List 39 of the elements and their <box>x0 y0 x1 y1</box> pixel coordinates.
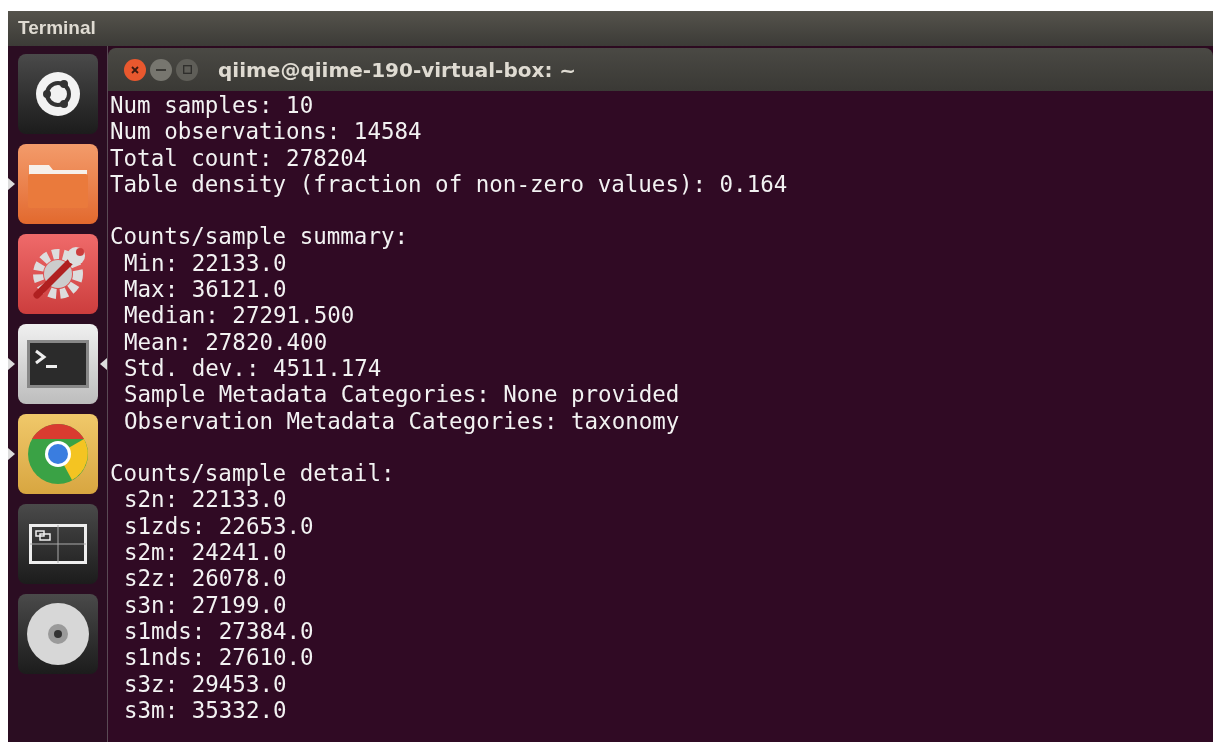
terminal-icon <box>25 339 90 389</box>
launcher-button[interactable] <box>17 144 98 224</box>
output-line: Total count: 278204 <box>110 144 368 171</box>
output-line: s2n: 22133.0 <box>123 486 287 513</box>
output-line: Sample Metadata Categories: None provided <box>123 381 680 408</box>
top-panel-title: Terminal <box>18 16 96 41</box>
launcher-button[interactable] <box>17 594 98 674</box>
output-line: s1nds: 27610.0 <box>123 644 314 671</box>
launcher-button[interactable] <box>17 234 98 314</box>
minimize-button[interactable] <box>150 58 172 81</box>
output-line: s2m: 24241.0 <box>123 539 287 566</box>
output-line: Std. dev.: 4511.174 <box>123 354 382 382</box>
output-line: Table density (fraction of non-zero values): 0.164 <box>110 170 788 198</box>
workspaces-icon <box>28 524 87 564</box>
output-line: Max: 36121.0 <box>123 276 287 303</box>
minimize-icon <box>156 68 166 71</box>
launcher-button[interactable] <box>17 54 98 134</box>
launcher-button[interactable] <box>17 324 98 404</box>
output-line: Mean: 27820.400 <box>123 328 328 355</box>
output-line: s3m: 35332.0 <box>123 696 287 724</box>
disc-icon <box>25 602 90 666</box>
window-title: qiime@qiime-190-virtual-box: ~ <box>218 56 577 84</box>
output-line: Observation Metadata Categories: taxonomy <box>123 407 680 434</box>
output-line: Min: 22133.0 <box>123 249 287 277</box>
output-line: s3z: 29453.0 <box>123 670 287 697</box>
close-icon <box>130 64 140 75</box>
output-line: Counts/sample detail: <box>110 460 395 487</box>
browser-icon <box>25 422 90 486</box>
output-line: s3n: 27199.0 <box>123 591 287 618</box>
output-line: s2z: 26078.0 <box>123 565 287 592</box>
output-line: Num samples: 10 <box>110 92 314 119</box>
maximize-icon <box>182 65 192 74</box>
close-button[interactable] <box>124 58 146 81</box>
launcher-button[interactable] <box>17 504 98 584</box>
output-line: Counts/sample summary: <box>110 223 408 250</box>
output-line: Num observations: 14584 <box>110 118 422 145</box>
output-line: s1zds: 22653.0 <box>123 512 314 540</box>
output-line: Median: 27291.500 <box>123 302 355 329</box>
output-line: s1mds: 27384.0 <box>123 617 314 645</box>
